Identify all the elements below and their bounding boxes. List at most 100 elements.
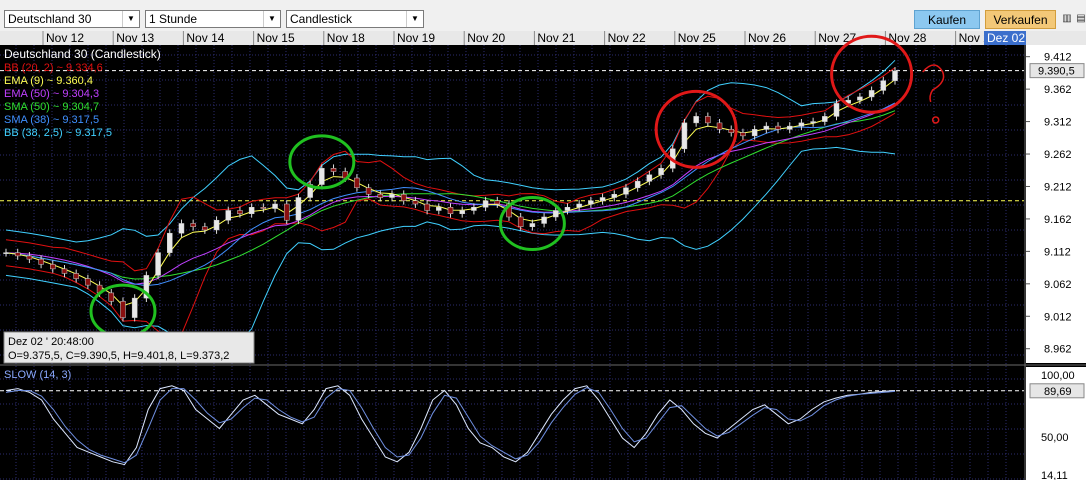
- candle-body: [810, 121, 816, 124]
- candle-body: [471, 206, 477, 211]
- y-axis-label: 9.112: [1044, 246, 1071, 258]
- interval-select-value: 1 Stunde: [149, 12, 198, 26]
- instrument-select[interactable]: Deutschland 30 ▼: [4, 10, 140, 28]
- x-axis-label: Nov 15: [257, 31, 295, 45]
- x-axis-label: Nov 26: [748, 31, 786, 45]
- candle-body: [553, 210, 559, 218]
- buy-button[interactable]: Kaufen: [914, 10, 980, 29]
- x-axis-label: Nov 14: [186, 31, 224, 45]
- candle-body: [447, 206, 454, 214]
- legend-item: EMA (9) ~ 9.360,4: [4, 75, 93, 87]
- candle-body: [283, 203, 290, 221]
- chart-title: Deutschland 30 (Candlestick): [4, 47, 161, 61]
- candle-body: [225, 210, 231, 221]
- candle-body: [202, 226, 208, 231]
- candle-body: [260, 206, 267, 209]
- candle-body: [354, 177, 360, 189]
- candle-body: [85, 278, 91, 286]
- chevron-down-icon[interactable]: ▼: [122, 11, 139, 27]
- candle-body: [50, 264, 56, 270]
- candle-body: [73, 273, 79, 279]
- candle-body: [588, 200, 594, 205]
- candle-body: [599, 197, 606, 202]
- candle-body: [400, 194, 407, 202]
- current-price-label: 9.390,5: [1038, 66, 1075, 78]
- oscillator-y-axis-label: 50,00: [1041, 432, 1069, 444]
- candle-body: [26, 255, 33, 260]
- candle-body: [178, 223, 185, 234]
- x-axis-label: Nov 25: [678, 31, 716, 45]
- candle-body: [38, 258, 44, 265]
- toolbar: Deutschland 30 ▼ 1 Stunde ▼ Candlestick …: [0, 0, 1086, 32]
- candle-body: [365, 187, 372, 195]
- y-axis-label: 9.212: [1044, 181, 1072, 193]
- candle-body: [740, 132, 746, 137]
- price-y-axis: 9.412 9.362 9.312 9.262 9.212 9.162 9.112 9.062…: [1026, 45, 1086, 363]
- candle-body: [319, 168, 325, 185]
- legend-item: SMA (50) ~ 9.304,7: [4, 101, 99, 113]
- candle-body: [798, 122, 805, 127]
- chart-type-select[interactable]: Candlestick ▼: [286, 10, 424, 28]
- candle-body: [693, 116, 699, 124]
- x-axis-label: Nov 12: [46, 31, 84, 45]
- y-axis-label: 8.962: [1044, 344, 1072, 356]
- candle-body: [482, 200, 489, 208]
- candle-body: [658, 168, 664, 176]
- candle-body: [786, 125, 793, 130]
- candle-body: [108, 292, 115, 302]
- candle-body: [459, 210, 465, 214]
- oscillator-y-axis-label: 14,11: [1041, 470, 1068, 480]
- candle-body: [213, 219, 220, 231]
- candle-body: [868, 90, 875, 98]
- candle-body: [822, 116, 828, 122]
- candle-body: [377, 194, 384, 198]
- candle-body: [167, 232, 173, 253]
- instrument-select-value: Deutschland 30: [8, 12, 92, 26]
- oscillator-title: SLOW (14, 3): [4, 369, 71, 381]
- oscillator-current-label: 89,69: [1044, 386, 1072, 398]
- chevron-down-icon[interactable]: ▼: [406, 11, 423, 27]
- candle-body: [3, 252, 9, 254]
- x-axis-label: Dez 02: [987, 31, 1025, 45]
- chevron-down-icon[interactable]: ▼: [263, 11, 280, 27]
- x-axis: Nov 12 Nov 13 Nov 14 Nov 15 Nov 18 Nov 19 Nov …: [0, 31, 1086, 45]
- candle-body: [611, 194, 618, 198]
- candle-body: [155, 252, 161, 276]
- grid: [0, 31, 1086, 480]
- oscillator-y-axis-label: 100,00: [1041, 370, 1075, 382]
- y-axis-label: 9.162: [1044, 214, 1072, 226]
- candle-body: [880, 80, 887, 91]
- x-axis-label: Nov 21: [537, 31, 575, 45]
- candle-body: [517, 216, 524, 227]
- candle-body: [857, 96, 863, 101]
- sell-button[interactable]: Verkaufen: [985, 10, 1056, 29]
- y-axis-label: 9.262: [1044, 149, 1072, 161]
- bar-chart-icon[interactable]: ▤: [1074, 11, 1086, 27]
- x-axis-label: Nov 20: [467, 31, 505, 45]
- legend-item: SMA (38) ~ 9.317,5: [4, 114, 99, 126]
- candle-body: [716, 122, 723, 130]
- candle-body: [248, 206, 255, 214]
- candle-body: [389, 194, 395, 198]
- candle-body: [237, 210, 243, 214]
- candle-body: [494, 200, 501, 205]
- candle-body: [751, 129, 758, 137]
- candle-body: [681, 122, 688, 150]
- chart-area[interactable]: Nov 12 Nov 13 Nov 14 Nov 15 Nov 18 Nov 19 Nov …: [0, 31, 1086, 480]
- candle-body: [295, 197, 302, 221]
- candle-body: [576, 203, 582, 208]
- candle-body: [436, 206, 442, 211]
- candle-body: [61, 268, 68, 274]
- info-box: Dez 02 ' 20:48:00 O=9.375,5, C=9.390,5, H…: [3, 331, 255, 364]
- candle-body: [412, 200, 419, 205]
- legend-item: EMA (50) ~ 9.304,3: [4, 88, 99, 100]
- candle-body: [14, 252, 21, 257]
- candle-body: [775, 125, 781, 130]
- candle-body: [424, 203, 430, 211]
- candle-body: [763, 125, 770, 130]
- candle-chart-icon[interactable]: ▥: [1060, 11, 1074, 27]
- candle-body: [634, 181, 641, 189]
- candle-body: [892, 70, 898, 81]
- x-axis-label: Nov 22: [608, 31, 646, 45]
- interval-select[interactable]: 1 Stunde ▼: [145, 10, 281, 28]
